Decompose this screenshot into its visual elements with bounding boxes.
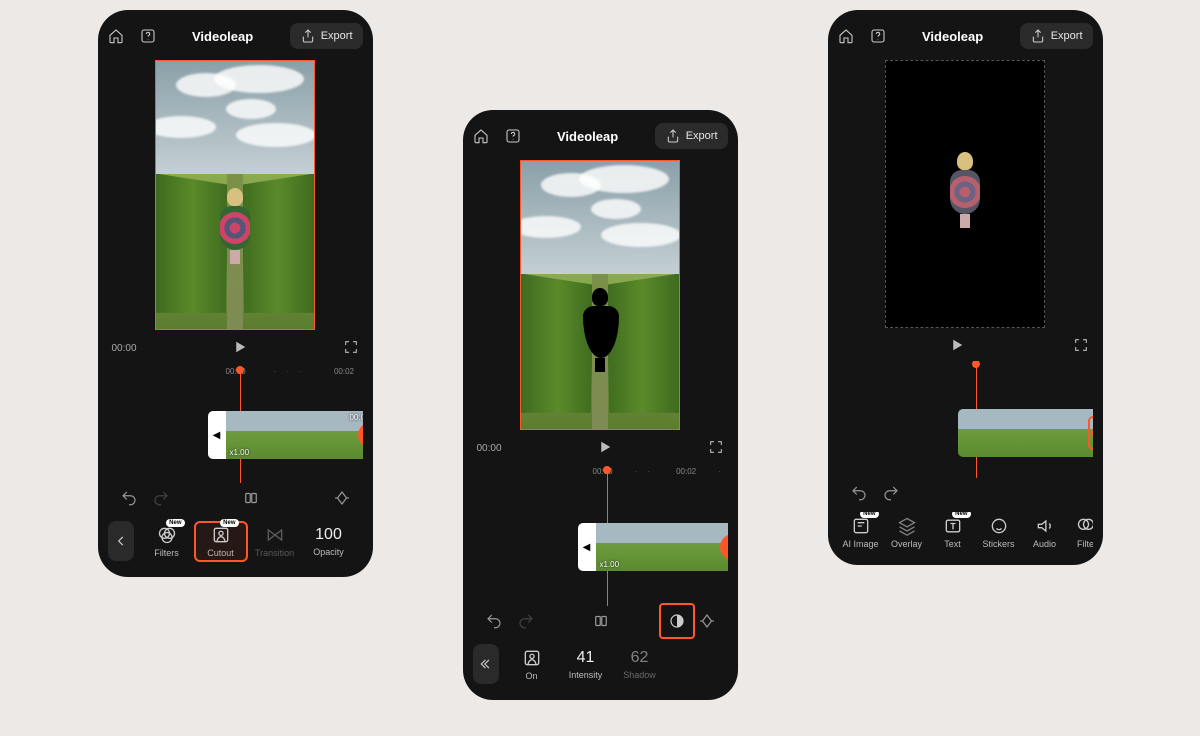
tool-text[interactable]: New Text — [930, 516, 976, 549]
fullscreen-button[interactable] — [708, 439, 724, 458]
help-icon[interactable] — [505, 128, 521, 144]
video-preview[interactable] — [155, 60, 315, 330]
tool-audio[interactable]: Audio — [1022, 516, 1068, 549]
tool-on[interactable]: On — [507, 648, 557, 681]
clip[interactable]: + — [958, 409, 1093, 457]
home-icon[interactable] — [108, 28, 124, 44]
export-button[interactable]: Export — [290, 23, 363, 49]
back-button[interactable] — [473, 644, 499, 684]
tool-cutout[interactable]: New Cutout — [196, 525, 246, 558]
clip-handle-left[interactable]: ◀ — [208, 411, 226, 459]
clip-end-time: 00:05 — [349, 413, 362, 422]
time-label: 00:00 — [112, 343, 137, 354]
tool-ai-image[interactable]: New AI Image — [838, 516, 884, 549]
home-icon[interactable] — [838, 28, 854, 44]
preview-area — [108, 56, 363, 330]
clip-speed: x1.00 — [230, 448, 250, 457]
timeline[interactable]: 00:00· · 00:02· · 00:04 ◀ x1.00 + — [473, 463, 728, 606]
timeline[interactable]: + — [838, 361, 1093, 478]
play-button[interactable] — [231, 338, 249, 359]
clip-handle-left[interactable]: ◀ — [578, 523, 596, 571]
play-button[interactable] — [596, 438, 614, 459]
app-title: Videoleap — [156, 29, 290, 44]
help-icon[interactable] — [870, 28, 886, 44]
help-icon[interactable] — [140, 28, 156, 44]
redo-button[interactable] — [517, 612, 535, 635]
home-icon[interactable] — [473, 128, 489, 144]
bottom-toolbar: On 41 Intensity 62 Shadow — [473, 640, 728, 690]
tool-filters[interactable]: New Filters — [142, 525, 192, 558]
keyframe-button[interactable] — [333, 489, 351, 512]
tool-overlay[interactable]: Overlay — [884, 516, 930, 549]
trim-icon[interactable] — [592, 612, 610, 635]
app-title: Videoleap — [886, 29, 1020, 44]
highlight-mask — [659, 603, 695, 639]
phone-screen-1: Videoleap Export 00:00 00:00 · · · 00:02… — [98, 10, 373, 577]
tool-intensity[interactable]: 41 Intensity — [561, 649, 611, 680]
share-icon — [300, 28, 316, 44]
mid-toolbar — [473, 606, 728, 640]
mid-toolbar — [108, 483, 363, 517]
trim-icon[interactable] — [242, 489, 260, 512]
timeline[interactable]: 00:00 · · · 00:02 · · · ◀ x1.00 00:05 + — [108, 363, 363, 483]
redo-button[interactable] — [882, 484, 900, 507]
video-preview[interactable] — [520, 160, 680, 430]
top-bar: Videoleap Export — [108, 16, 363, 56]
clip[interactable]: ◀ x1.00 00:05 + — [208, 411, 363, 459]
fullscreen-button[interactable] — [343, 339, 359, 358]
undo-button[interactable] — [485, 612, 503, 635]
redo-button[interactable] — [152, 489, 170, 512]
tool-transition[interactable]: Transition — [250, 525, 300, 558]
clip[interactable]: ◀ x1.00 + — [578, 523, 728, 571]
transport-bar: 00:00 — [108, 330, 363, 363]
bottom-toolbar: New AI Image Overlay New Text Stickers A… — [838, 512, 1093, 555]
phone-screen-3: Videoleap Export + New AI Im — [828, 10, 1103, 565]
play-button[interactable] — [948, 336, 966, 357]
undo-button[interactable] — [120, 489, 138, 512]
top-bar: Videoleap Export — [473, 116, 728, 156]
bottom-toolbar: New Filters New Cutout Transition 100 Op… — [108, 517, 363, 567]
app-title: Videoleap — [521, 129, 655, 144]
share-icon — [665, 128, 681, 144]
keyframe-button[interactable] — [698, 612, 716, 635]
clip-speed: x1.00 — [600, 560, 620, 569]
mid-toolbar — [838, 478, 1093, 512]
phone-screen-2: Videoleap Export 00:00 00:00· · 00:02· ·… — [463, 110, 738, 700]
video-preview[interactable] — [885, 60, 1045, 328]
undo-button[interactable] — [850, 484, 868, 507]
tool-filter[interactable]: Filte — [1068, 516, 1093, 549]
mask-toggle[interactable] — [668, 612, 686, 635]
tool-adjust[interactable]: New Adju — [358, 525, 363, 558]
top-bar: Videoleap Export — [838, 16, 1093, 56]
share-icon — [1030, 28, 1046, 44]
tool-opacity[interactable]: 100 Opacity — [304, 526, 354, 557]
tool-shadow[interactable]: 62 Shadow — [615, 649, 665, 680]
back-button[interactable] — [108, 521, 134, 561]
fullscreen-button[interactable] — [1073, 337, 1089, 356]
time-label: 00:00 — [477, 443, 502, 454]
export-button[interactable]: Export — [655, 123, 728, 149]
tool-stickers[interactable]: Stickers — [976, 516, 1022, 549]
export-button[interactable]: Export — [1020, 23, 1093, 49]
